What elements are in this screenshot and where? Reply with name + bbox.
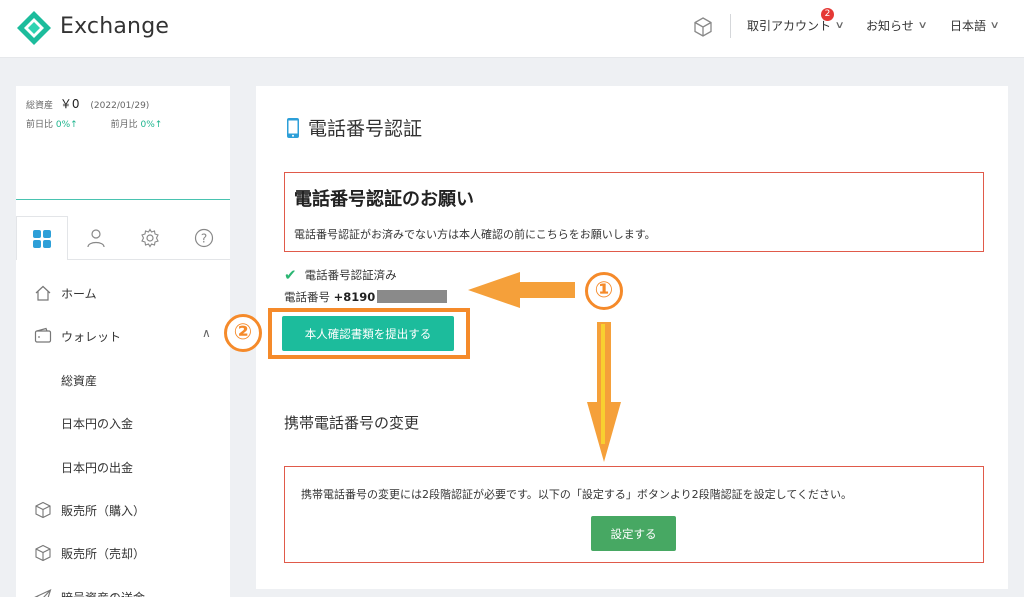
phone-verification-notice: 電話番号認証のお願い 電話番号認証がお済みでない方は本人確認の前にこちらをお願い… bbox=[284, 172, 984, 252]
sidebar-item-label: ホーム bbox=[61, 287, 97, 301]
sidebar-item-total-assets[interactable]: 総資産 bbox=[16, 361, 230, 397]
check-icon: ✔ bbox=[284, 266, 297, 284]
month-change-value: 0%↑ bbox=[140, 120, 163, 130]
sidebar-item-send[interactable]: 暗号資産の送金 bbox=[16, 578, 230, 597]
step-marker-2: ② bbox=[224, 314, 262, 352]
grid-icon bbox=[33, 229, 51, 248]
chevron-down-icon: ∨ bbox=[989, 20, 1000, 31]
page-title: 電話番号認証 bbox=[286, 114, 422, 141]
total-assets-row: 総資産 ￥0 (2022/01/29) bbox=[26, 95, 149, 112]
verified-text: 電話番号認証済み bbox=[304, 268, 397, 282]
verified-status: ✔ 電話番号認証済み bbox=[284, 266, 397, 284]
help-icon: ? bbox=[194, 228, 214, 248]
gear-icon bbox=[141, 228, 159, 248]
change-phone-text: 携帯電話番号の変更には2段階認証が必要です。以下の「設定する」ボタンより2段階認… bbox=[301, 488, 853, 501]
tab-help[interactable]: ? bbox=[178, 216, 230, 260]
page-title-text: 電話番号認証 bbox=[308, 118, 423, 140]
news-menu[interactable]: お知らせ ∨ bbox=[866, 17, 928, 34]
sidebar-item-label: 暗号資産の送金 bbox=[61, 589, 145, 597]
sidebar-item-jpy-deposit[interactable]: 日本円の入金 bbox=[16, 404, 230, 440]
notice-heading: 電話番号認証のお願い bbox=[294, 189, 474, 210]
brand-name[interactable]: Exchange bbox=[60, 14, 169, 39]
day-change-label: 前日比 bbox=[26, 120, 54, 130]
day-change-value: 0%↑ bbox=[55, 120, 78, 130]
change-phone-heading: 携帯電話番号の変更 bbox=[284, 414, 420, 432]
sidebar-item-label: 販売所（購入） bbox=[61, 504, 146, 518]
cube-icon bbox=[35, 501, 51, 519]
sidebar-item-label: 日本円の入金 bbox=[61, 417, 134, 431]
total-assets-label: 総資産 bbox=[26, 101, 54, 111]
sidebar: 総資産 ￥0 (2022/01/29) 前日比 0%↑ 前月比 0%↑ ? ホー… bbox=[16, 86, 230, 597]
news-menu-label: お知らせ bbox=[866, 19, 914, 33]
tab-user[interactable] bbox=[70, 216, 122, 260]
sidebar-item-buy[interactable]: 販売所（購入） bbox=[16, 491, 230, 527]
settings-button[interactable]: 設定する bbox=[591, 516, 676, 551]
total-assets-value: ￥0 bbox=[59, 97, 80, 111]
wallet-icon bbox=[34, 327, 52, 343]
home-icon bbox=[35, 285, 51, 301]
phone-icon bbox=[287, 117, 299, 138]
tab-settings[interactable] bbox=[124, 216, 176, 260]
send-icon bbox=[34, 588, 52, 597]
asset-summary: 総資産 ￥0 (2022/01/29) 前日比 0%↑ 前月比 0%↑ bbox=[16, 86, 230, 200]
notice-text: 電話番号認証がお済みでない方は本人確認の前にこちらをお願いします。 bbox=[294, 228, 656, 241]
sidebar-item-sell[interactable]: 販売所（売却） bbox=[16, 534, 230, 570]
cube-icon bbox=[35, 544, 51, 562]
chevron-down-icon: ∨ bbox=[834, 20, 845, 31]
tabs-divider bbox=[68, 259, 230, 260]
submit-documents-button[interactable]: 本人確認書類を提出する bbox=[282, 316, 454, 351]
month-change-label: 前月比 bbox=[110, 120, 138, 130]
phone-redaction bbox=[377, 290, 448, 303]
sidebar-item-wallet[interactable]: ウォレット ∧ bbox=[16, 317, 230, 353]
account-menu-label: 取引アカウント bbox=[747, 19, 832, 33]
language-menu[interactable]: 日本語 ∨ bbox=[950, 17, 1000, 34]
sidebar-item-label: ウォレット bbox=[61, 330, 122, 344]
sidebar-item-label: 総資産 bbox=[61, 374, 98, 388]
top-header: Exchange 取引アカウント ∨ 2 お知らせ ∨ 日本語 ∨ bbox=[0, 0, 1024, 58]
language-menu-label: 日本語 bbox=[950, 19, 987, 33]
chevron-up-icon[interactable]: ∧ bbox=[202, 326, 211, 340]
main-panel: 電話番号認証 電話番号認証のお願い 電話番号認証がお済みでない方は本人確認の前に… bbox=[256, 86, 1008, 589]
phone-number-row: 電話番号 +8190 bbox=[284, 289, 448, 305]
sidebar-item-label: 販売所（売却） bbox=[61, 547, 146, 561]
user-icon bbox=[87, 229, 105, 248]
exchange-logo-icon[interactable] bbox=[16, 10, 52, 46]
phone-label: 電話番号 bbox=[284, 290, 330, 304]
change-phone-notice: 携帯電話番号の変更には2段階認証が必要です。以下の「設定する」ボタンより2段階認… bbox=[284, 466, 984, 563]
cube-icon[interactable] bbox=[692, 16, 714, 38]
sidebar-item-home[interactable]: ホーム bbox=[16, 274, 230, 310]
tab-dashboard[interactable] bbox=[16, 216, 68, 260]
phone-value: +8190 bbox=[333, 290, 376, 304]
step-marker-1: ① bbox=[585, 272, 623, 310]
sidebar-item-jpy-withdraw[interactable]: 日本円の出金 bbox=[16, 448, 230, 484]
sidebar-tabs: ? bbox=[16, 216, 230, 260]
assets-date: (2022/01/29) bbox=[90, 101, 150, 111]
svg-text:?: ? bbox=[201, 232, 207, 246]
change-row: 前日比 0%↑ 前月比 0%↑ bbox=[26, 117, 162, 130]
chevron-down-icon: ∨ bbox=[917, 20, 928, 31]
notification-badge: 2 bbox=[821, 8, 834, 21]
sidebar-item-label: 日本円の出金 bbox=[61, 461, 134, 475]
header-divider bbox=[730, 14, 731, 38]
